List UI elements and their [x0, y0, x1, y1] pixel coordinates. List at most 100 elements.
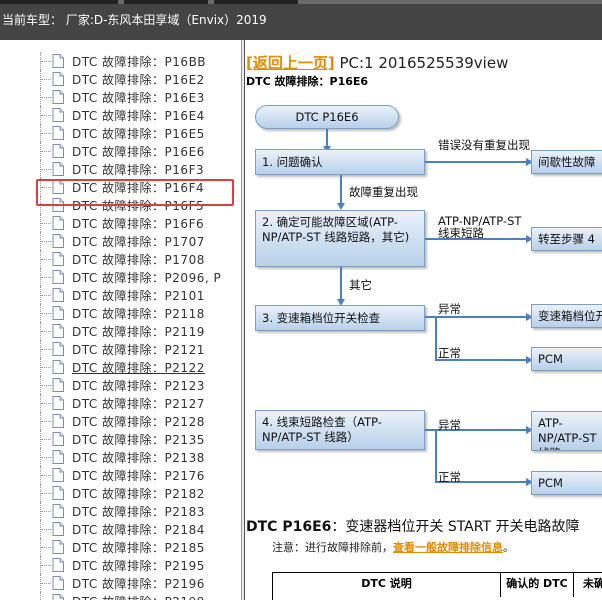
navigation-tree: DTC 故障排除：P16BB DTC 故障排除：P16E2 DTC 故障排除：P16…: [0, 52, 241, 600]
selected-item-highlight: [36, 179, 234, 206]
note-prefix: 注意：进行故障排除前，: [272, 541, 393, 554]
edge-label-normal-2: 正常: [438, 470, 461, 484]
tree-item[interactable]: DTC 故障排除：P2199: [0, 592, 241, 600]
tree-item-label: DTC 故障排除：P16E3: [72, 91, 205, 105]
document-icon: [52, 54, 64, 68]
tree-item-label: DTC 故障排除：P2138: [72, 451, 205, 465]
document-icon: [52, 576, 64, 590]
page-header: [返回上一页] PC:1 2016525539view: [246, 52, 508, 73]
flow-result-pcm-1: PCM: [531, 347, 602, 371]
tree-item-label: DTC 故障排除：P2199: [72, 593, 205, 600]
tree-item-label: DTC 故障排除：P2182: [72, 487, 205, 501]
tree-connector: [41, 547, 51, 548]
tree-item-label: DTC 故障排除：P2121: [72, 343, 205, 357]
tree-item[interactable]: DTC 故障排除：P1708: [0, 250, 241, 268]
page-subtitle: DTC 故障排除：P16E6: [246, 75, 369, 88]
flow-start-node: DTC P16E6: [255, 105, 399, 129]
edge-label-abnormal-1: 异常: [438, 302, 461, 316]
navigation-tree-panel[interactable]: DTC 故障排除：P16BB DTC 故障排除：P16E2 DTC 故障排除：P16…: [0, 40, 241, 600]
tree-item[interactable]: DTC 故障排除：P2184: [0, 520, 241, 538]
tree-connector: [41, 457, 51, 458]
tab-3[interactable]: [214, 0, 298, 4]
table-header-description: DTC 说明: [273, 573, 501, 597]
document-icon: [52, 108, 64, 122]
document-icon: [52, 504, 64, 518]
edge-label-repeat: 故障重复出现: [349, 185, 418, 199]
tree-item[interactable]: DTC 故障排除：P16E2: [0, 70, 241, 88]
tree-item-label: DTC 故障排除：P1707: [72, 235, 205, 249]
document-icon: [52, 90, 64, 104]
tree-item[interactable]: DTC 故障排除：P2118: [0, 304, 241, 322]
flow-result-switch: 变速箱档位开: [531, 304, 602, 328]
document-icon: [52, 72, 64, 86]
section-description: ：变速器档位开关 START 开关电路故障: [331, 519, 580, 535]
document-icon: [52, 558, 64, 572]
tree-item-label: DTC 故障排除：P16E6: [72, 145, 205, 159]
back-link[interactable]: [返回上一页]: [246, 54, 335, 72]
flow-arrow-icon: [337, 203, 345, 210]
tree-item[interactable]: DTC 故障排除：P2183: [0, 502, 241, 520]
tree-connector: [41, 421, 51, 422]
tree-item[interactable]: DTC 故障排除：P2101: [0, 286, 241, 304]
tree-item[interactable]: DTC 故障排除：P2127: [0, 394, 241, 412]
tree-item[interactable]: DTC 故障排除：P16E3: [0, 88, 241, 106]
tree-item[interactable]: DTC 故障排除：P16BB: [0, 52, 241, 70]
tree-connector: [41, 169, 51, 170]
document-icon: [52, 126, 64, 140]
tree-item-label: DTC 故障排除：P2185: [72, 541, 205, 555]
dtc-table: DTC 说明 确认的 DTC 未确: [272, 572, 602, 600]
tree-connector: [41, 403, 51, 404]
tree-item-label: DTC 故障排除：P2135: [72, 433, 205, 447]
tree-connector: [41, 367, 51, 368]
tree-connector: [41, 529, 51, 530]
tree-item-label: DTC 故障排除：P16E4: [72, 109, 205, 123]
tab-2[interactable]: [124, 0, 208, 4]
tree-item[interactable]: DTC 故障排除：P2182: [0, 484, 241, 502]
tree-connector: [41, 331, 51, 332]
tree-item[interactable]: DTC 故障排除：P2138: [0, 448, 241, 466]
tree-connector: [41, 223, 51, 224]
tree-item-label: DTC 故障排除：P16E5: [72, 127, 205, 141]
tree-connector: [41, 475, 51, 476]
tree-connector: [41, 79, 51, 80]
tree-item[interactable]: DTC 故障排除：P2096, P: [0, 268, 241, 286]
flow-connector: [340, 175, 342, 205]
tree-connector: [41, 385, 51, 386]
general-info-link[interactable]: 查看一般故障排除信息: [393, 541, 503, 554]
flow-step-1: 1. 问题确认: [255, 149, 425, 175]
tree-item-label: DTC 故障排除：P2096, P: [72, 271, 222, 285]
document-icon: [52, 522, 64, 536]
document-icon: [52, 342, 64, 356]
title-bar: 当前车型： 厂家:D-东风本田享域（Envix）2019: [0, 0, 602, 40]
tree-item[interactable]: DTC 故障排除：P16E6: [0, 142, 241, 160]
document-icon: [52, 450, 64, 464]
flow-connector: [435, 316, 528, 318]
tree-item[interactable]: DTC 故障排除：P2135: [0, 430, 241, 448]
document-icon: [52, 306, 64, 320]
edge-label-abnormal-2: 异常: [438, 418, 461, 432]
tree-item[interactable]: DTC 故障排除：P2185: [0, 538, 241, 556]
flow-connector: [340, 267, 342, 301]
tree-item[interactable]: DTC 故障排除：P2122: [0, 358, 241, 376]
tree-item[interactable]: DTC 故障排除：P2128: [0, 412, 241, 430]
table-header-confirmed: 确认的 DTC: [501, 573, 574, 597]
tree-connector: [41, 565, 51, 566]
tree-connector: [41, 133, 51, 134]
tree-item-label: DTC 故障排除：P1708: [72, 253, 205, 267]
tree-item[interactable]: DTC 故障排除：P2123: [0, 376, 241, 394]
tree-item[interactable]: DTC 故障排除：P16F6: [0, 214, 241, 232]
document-icon: [52, 594, 64, 600]
tree-item[interactable]: DTC 故障排除：P16F3: [0, 160, 241, 178]
tree-item[interactable]: DTC 故障排除：P1707: [0, 232, 241, 250]
tree-item[interactable]: DTC 故障排除：P16E5: [0, 124, 241, 142]
tab-1[interactable]: [0, 0, 118, 4]
tree-item[interactable]: DTC 故障排除：P16E4: [0, 106, 241, 124]
edge-label-no-repeat: 错误没有重复出现: [438, 138, 530, 152]
tree-item[interactable]: DTC 故障排除：P2176: [0, 466, 241, 484]
tree-item[interactable]: DTC 故障排除：P2121: [0, 340, 241, 358]
tree-item-label: DTC 故障排除：P16E2: [72, 73, 205, 87]
tree-item[interactable]: DTC 故障排除：P2195: [0, 556, 241, 574]
tree-item[interactable]: DTC 故障排除：P2196: [0, 574, 241, 592]
tree-connector: [40, 592, 41, 600]
tree-item[interactable]: DTC 故障排除：P2119: [0, 322, 241, 340]
